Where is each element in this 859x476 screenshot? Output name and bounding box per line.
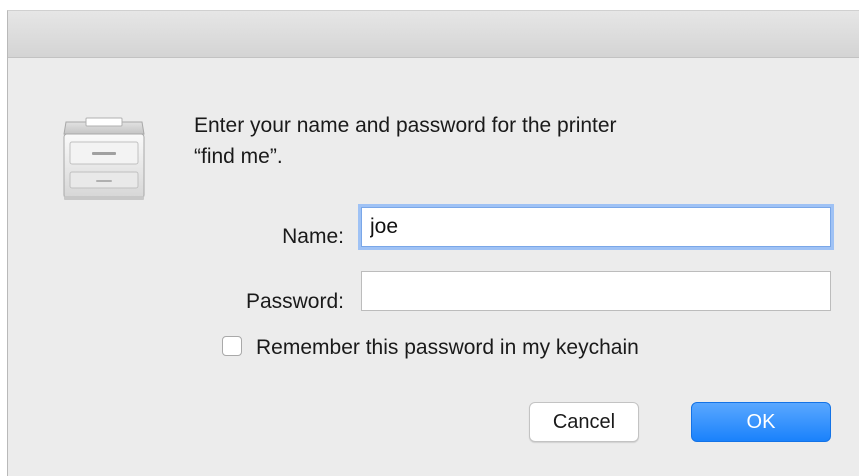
cancel-button[interactable]: Cancel [529, 402, 639, 442]
title-bar[interactable] [8, 11, 859, 58]
printer-icon [56, 108, 152, 204]
password-label: Password: [245, 290, 344, 313]
password-input[interactable] [361, 271, 831, 311]
remember-checkbox[interactable] [222, 336, 242, 356]
message-line-2: “find me”. [194, 145, 283, 168]
message-line-1: Enter your name and password for the pri… [194, 114, 617, 137]
printer-auth-dialog: Enter your name and password for the pri… [7, 10, 859, 476]
ok-button[interactable]: OK [691, 402, 831, 442]
name-label: Name: [282, 225, 344, 248]
remember-label[interactable]: Remember this password in my keychain [256, 336, 639, 360]
name-input[interactable] [361, 207, 831, 247]
dialog-message: Enter your name and password for the pri… [194, 110, 814, 172]
